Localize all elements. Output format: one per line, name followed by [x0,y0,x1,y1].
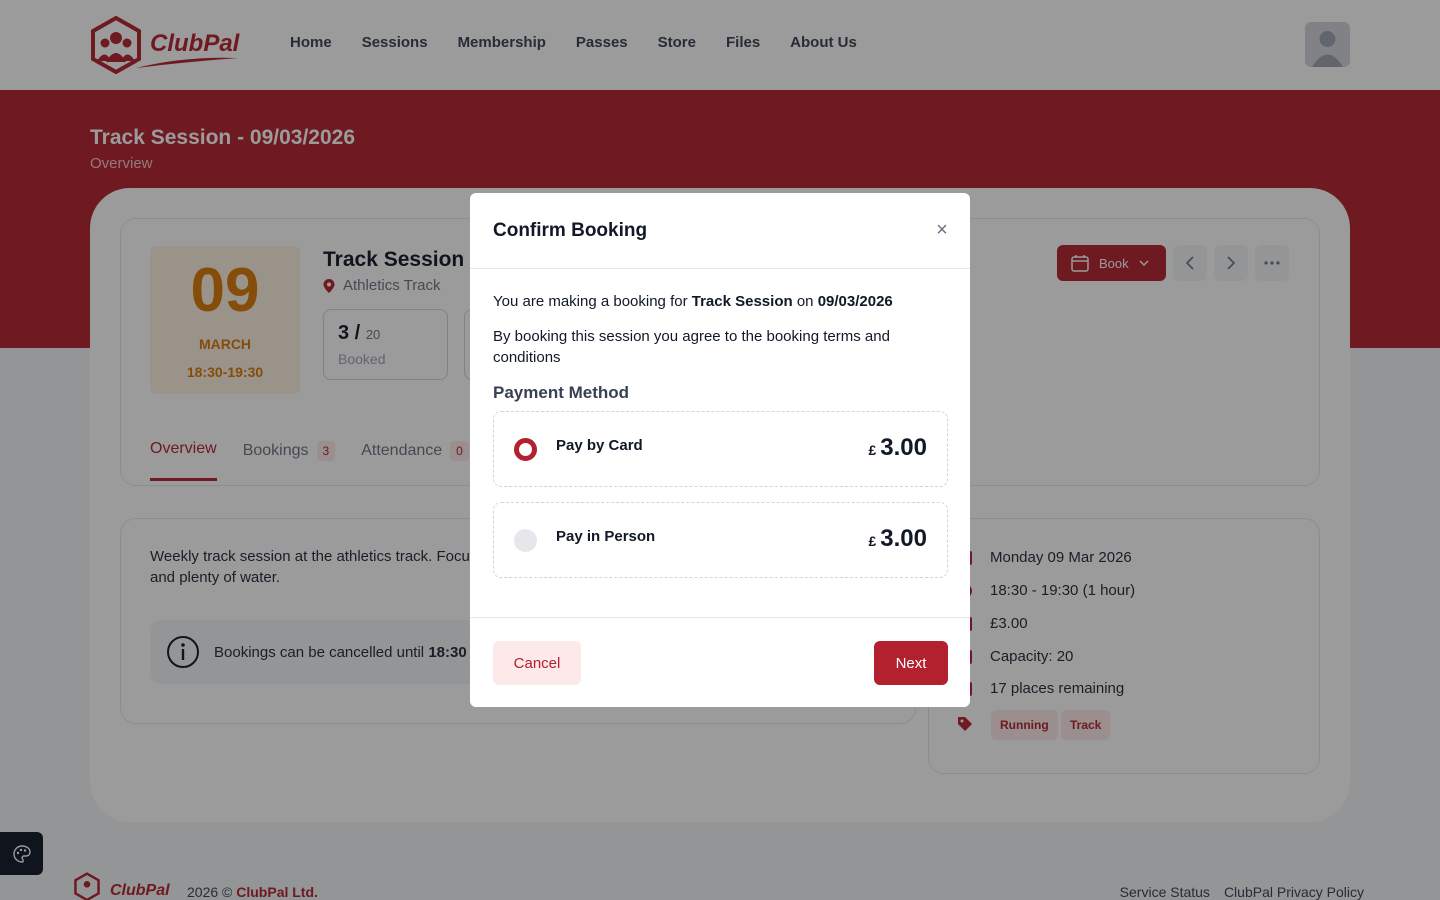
next-button[interactable]: Next [874,641,948,685]
close-icon[interactable]: × [932,220,952,240]
pay-by-card-option[interactable]: Pay by Card £3.00 [493,411,948,487]
payment-method-label: Payment Method [493,383,630,402]
modal-header: Confirm Booking × [470,193,970,269]
modal-footer: Cancel Next [470,617,970,707]
pay-by-card-label: Pay by Card [556,437,643,454]
summary-session-name: Track Session [691,293,793,310]
confirm-booking-modal: Confirm Booking × You are making a booki… [470,193,970,707]
summary-session-date: 09/03/2026 [817,293,893,310]
summary-mid: on [796,293,814,310]
pay-by-card-price: £3.00 [868,434,927,462]
pay-in-person-option[interactable]: Pay in Person £3.00 [493,502,948,578]
pay-in-person-price: £3.00 [868,525,927,553]
pay-by-card-radio[interactable] [514,438,537,461]
pay-in-person-radio[interactable] [514,529,537,552]
summary-prefix: You are making a booking for [493,293,688,310]
pay-in-person-label: Pay in Person [556,528,656,545]
cancel-button[interactable]: Cancel [493,641,581,685]
booking-terms: By booking this session you agree to the… [493,328,890,366]
modal-title: Confirm Booking [493,220,648,241]
currency-symbol: £ [868,442,877,458]
currency-symbol: £ [868,533,877,549]
price-value: 3.00 [880,434,927,461]
booking-summary: You are making a booking for Track Sessi… [493,293,893,310]
price-value: 3.00 [880,525,927,552]
